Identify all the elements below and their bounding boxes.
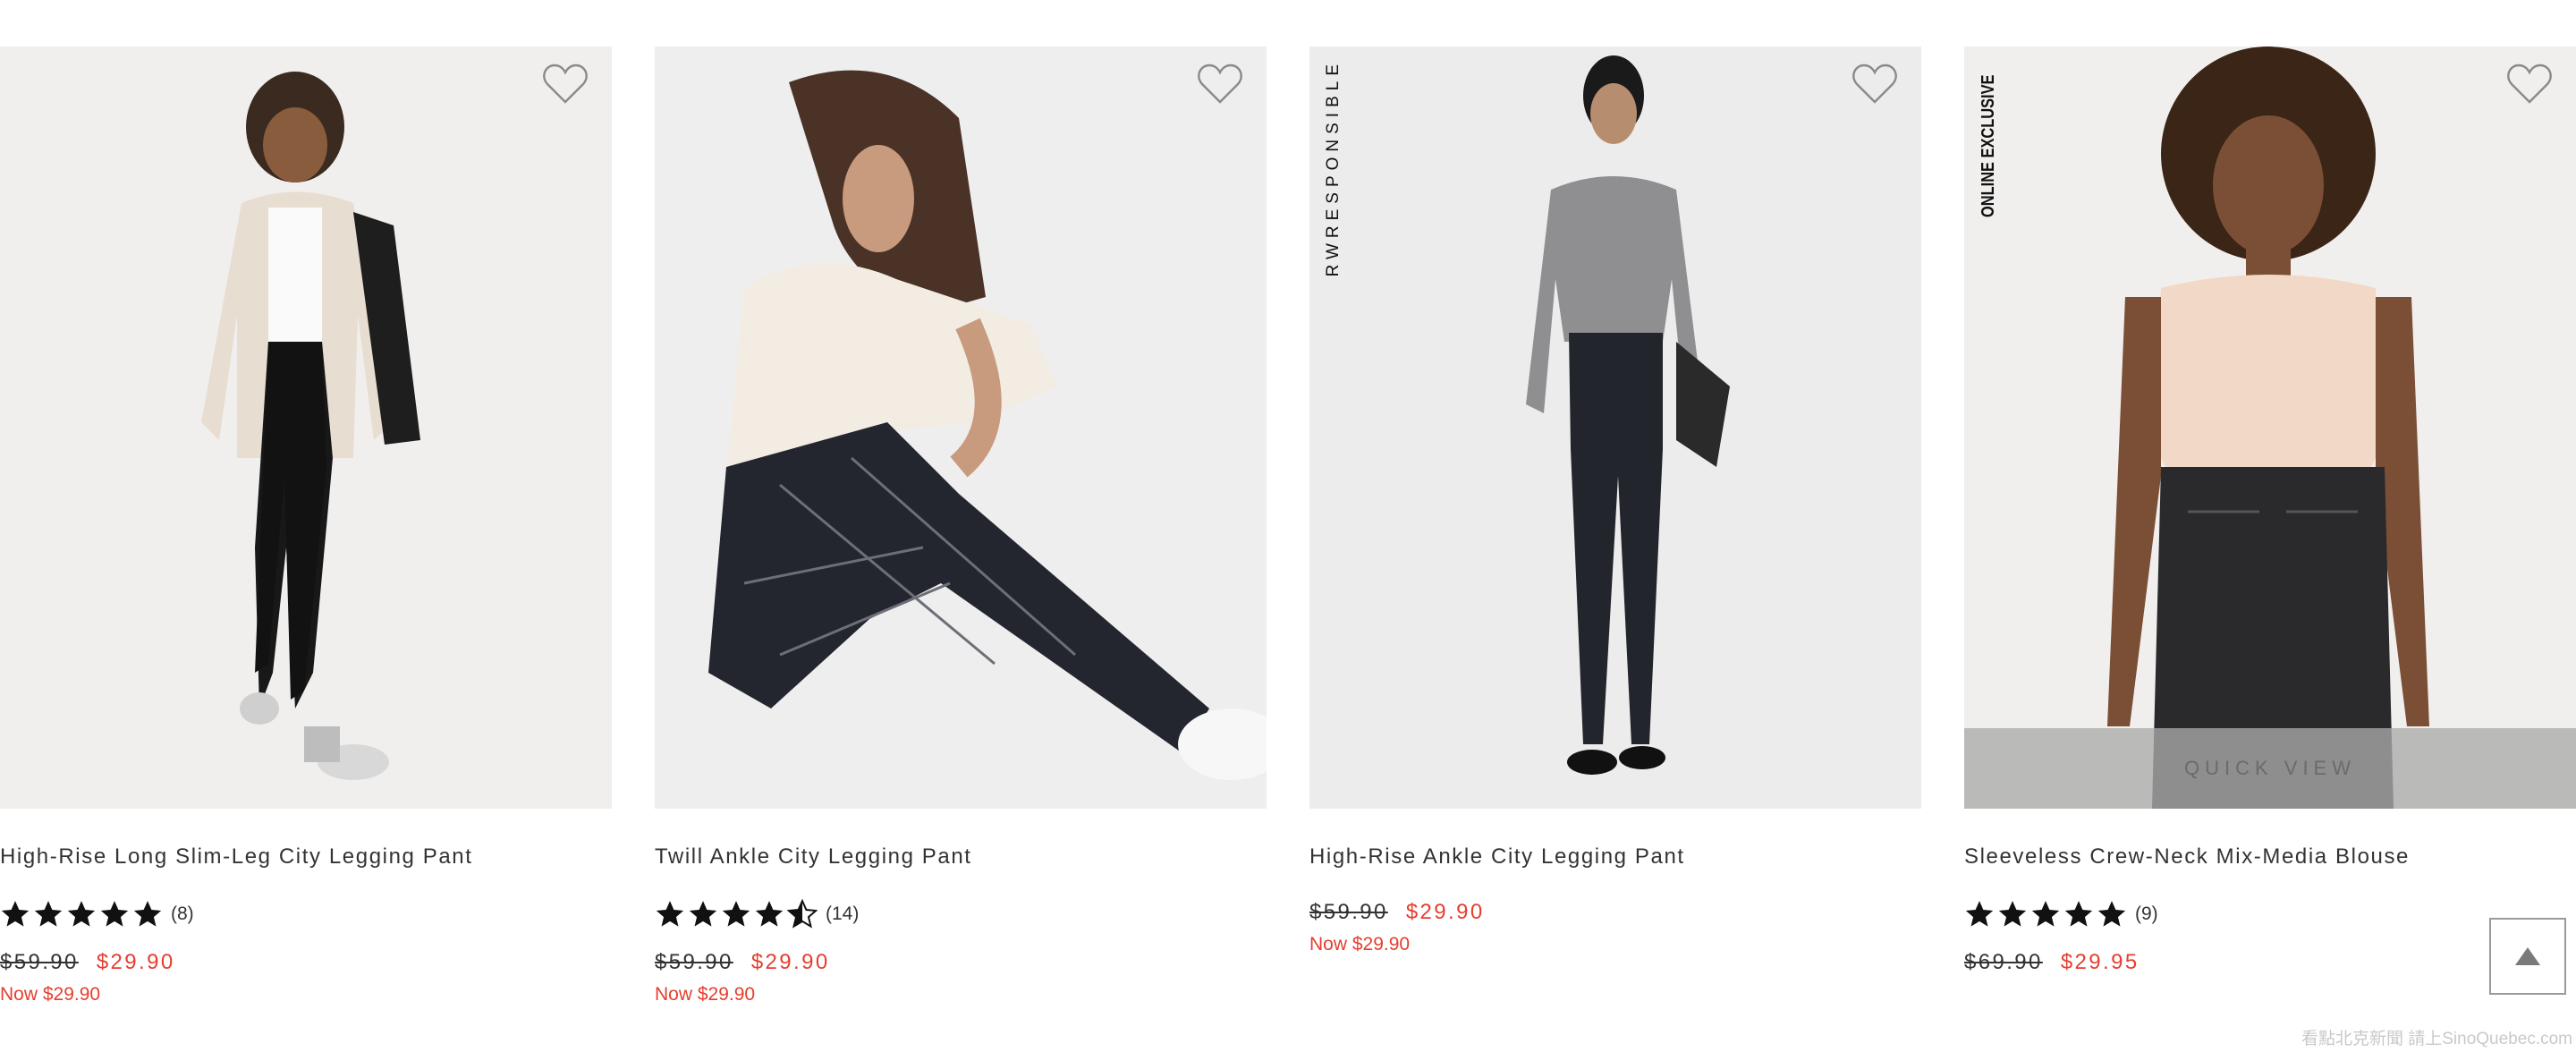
product-image[interactable] <box>655 47 1267 809</box>
product-grid: High-Rise Long Slim-Leg City Legging Pan… <box>0 47 2576 1052</box>
star-full-icon <box>1998 901 2027 927</box>
product-name[interactable]: Sleeveless Crew-Neck Mix-Media Blouse <box>1964 844 2576 870</box>
review-count[interactable]: (14) <box>826 904 859 925</box>
quick-view-button[interactable]: QUICK VIEW <box>1964 728 2576 809</box>
product-image[interactable]: ONLINE EXCLUSIVE QUICK VIEW <box>1964 47 2576 809</box>
star-full-icon <box>133 901 162 927</box>
online-exclusive-badge: ONLINE EXCLUSIVE <box>1979 74 1998 217</box>
original-price: $59.90 <box>0 950 79 974</box>
model-blouse-jeans-image <box>2107 47 2429 809</box>
product-image[interactable]: RWRESPONSIBLE <box>1309 47 1921 809</box>
now-price-note: Now $29.90 <box>655 984 756 1005</box>
wishlist-heart-icon[interactable] <box>542 63 589 106</box>
star-full-icon <box>656 901 684 927</box>
responsible-badge: RWRESPONSIBLE <box>1324 59 1343 277</box>
star-rating <box>655 899 820 929</box>
product-rating: (8) <box>0 898 194 930</box>
watermark-text: 看點北克新聞 請上SinoQuebec.com <box>2301 1030 2572 1048</box>
star-full-icon <box>2031 901 2060 927</box>
star-full-icon <box>2097 901 2126 927</box>
price-row: $59.90 $29.90 <box>1309 900 1485 925</box>
now-price-note: Now $29.90 <box>1309 934 1411 954</box>
star-full-icon <box>1 901 30 927</box>
wishlist-heart-icon[interactable] <box>1852 63 1898 106</box>
sale-price: $29.90 <box>1405 900 1485 924</box>
product-rating: (14) <box>655 898 859 930</box>
price-row: $59.90 $29.90 <box>655 950 830 975</box>
price-row: $69.90 $29.95 <box>1964 950 2140 975</box>
product-name[interactable]: High-Rise Ankle City Legging Pant <box>1309 844 1921 870</box>
review-count[interactable]: (9) <box>2135 904 2158 925</box>
star-rating <box>0 899 165 929</box>
product-image[interactable] <box>0 47 612 809</box>
sale-price: $29.90 <box>750 950 830 974</box>
star-rating <box>1964 899 2130 929</box>
star-full-icon <box>2064 901 2093 927</box>
price-row: $59.90 $29.90 <box>0 950 175 975</box>
product-card[interactable]: High-Rise Long Slim-Leg City Legging Pan… <box>0 47 612 1052</box>
model-cardigan-leggings-image <box>201 72 420 780</box>
star-full-icon <box>722 901 750 927</box>
original-price: $59.90 <box>655 950 733 974</box>
star-full-icon <box>100 901 129 927</box>
model-grey-cardigan-image <box>1526 55 1730 775</box>
wishlist-heart-icon[interactable] <box>1197 63 1243 106</box>
original-price: $59.90 <box>1309 900 1388 924</box>
now-price-note: Now $29.90 <box>0 984 101 1005</box>
model-seated-plaid-pant-image <box>708 70 1267 780</box>
sale-price: $29.95 <box>2060 950 2140 974</box>
star-full-icon <box>755 901 784 927</box>
star-half-icon <box>787 899 818 929</box>
star-full-icon <box>67 901 96 927</box>
original-price: $69.90 <box>1964 950 2043 974</box>
product-card[interactable]: RWRESPONSIBLE High-Rise Ankle City Leggi… <box>1309 47 1921 1052</box>
product-card[interactable]: Twill Ankle City Legging Pant (14) $59.9… <box>655 47 1267 1052</box>
product-name[interactable]: High-Rise Long Slim-Leg City Legging Pan… <box>0 844 612 870</box>
product-card[interactable]: ONLINE EXCLUSIVE QUICK VIEW Sleeveless C… <box>1964 47 2576 1052</box>
triangle-up-icon <box>2515 947 2540 965</box>
product-name[interactable]: Twill Ankle City Legging Pant <box>655 844 1267 870</box>
product-rating: (9) <box>1964 898 2158 930</box>
star-full-icon <box>1965 901 1994 927</box>
scroll-to-top-button[interactable] <box>2489 918 2566 995</box>
star-full-icon <box>689 901 717 927</box>
wishlist-heart-icon[interactable] <box>2506 63 2553 106</box>
star-full-icon <box>34 901 63 927</box>
sale-price: $29.90 <box>96 950 175 974</box>
review-count[interactable]: (8) <box>171 904 194 925</box>
